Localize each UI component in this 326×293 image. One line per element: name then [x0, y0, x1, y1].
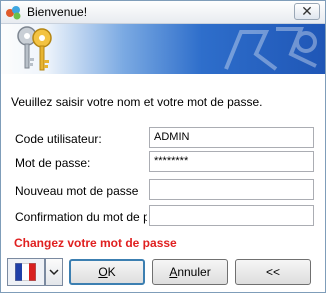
cancel-label: nnuler — [177, 265, 211, 279]
cancel-button[interactable]: Annuler — [152, 259, 228, 285]
chevron-down-icon — [49, 269, 59, 276]
watermark-icon — [224, 27, 317, 71]
new-password-field[interactable] — [149, 179, 314, 200]
ok-accel: O — [98, 265, 108, 279]
close-icon: ✕ — [301, 3, 313, 19]
header-banner — [1, 24, 325, 74]
collapse-button[interactable]: << — [235, 259, 311, 285]
password-field[interactable]: ******** — [149, 151, 314, 172]
ok-button[interactable]: OK — [69, 259, 145, 285]
confirm-password-field[interactable] — [149, 205, 314, 226]
keys-icon — [17, 26, 52, 71]
change-password-link[interactable]: Changez votre mot de passe — [14, 236, 177, 250]
app-icon — [6, 6, 21, 20]
password-label: Mot de passe: — [15, 156, 91, 170]
window-title: Bienvenue! — [27, 5, 88, 19]
username-label: Code utilisateur: — [15, 132, 102, 146]
title-bar[interactable]: Bienvenue! ✕ — [1, 1, 325, 24]
ok-label: K — [107, 265, 116, 279]
fr-flag-icon — [15, 263, 36, 281]
confirm-password-label: Confirmation du mot de p — [15, 210, 147, 224]
login-dialog: Bienvenue! ✕ Veuillez saisir votre nom e — [0, 0, 326, 293]
language-selector[interactable] — [7, 258, 45, 286]
instruction-text: Veuillez saisir votre nom et votre mot d… — [11, 95, 263, 109]
language-dropdown-button[interactable] — [45, 258, 63, 286]
new-password-label: Nouveau mot de passe — [15, 184, 139, 198]
username-field[interactable]: ADMIN — [149, 127, 314, 148]
close-button[interactable]: ✕ — [294, 3, 320, 20]
